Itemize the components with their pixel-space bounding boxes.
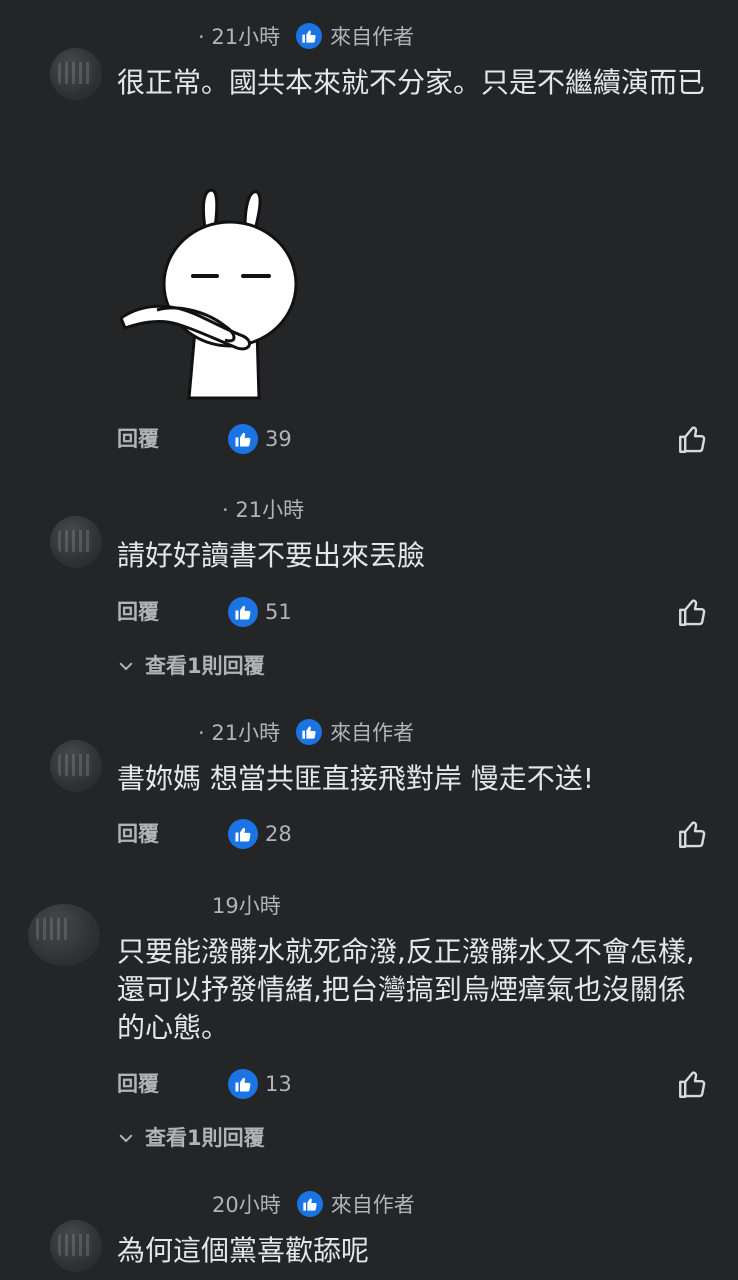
comment-text: 只要能潑髒水就死命潑,反正潑髒水又不會怎樣,還可以抒發情緒,把台灣搞到烏煙瘴氣也… xyxy=(117,935,695,1044)
author-thumbs-up-icon xyxy=(296,719,323,745)
author-label: 來自作者 xyxy=(330,25,415,49)
like-count-icon xyxy=(228,597,258,627)
action-row: 回覆 51 xyxy=(117,595,710,629)
like-count[interactable]: 39 xyxy=(265,422,292,456)
comment-time[interactable]: · 21小時 xyxy=(222,494,304,524)
author-label: 來自作者 xyxy=(330,1193,415,1217)
reply-button[interactable]: 回覆 xyxy=(117,422,159,456)
avatar[interactable] xyxy=(28,904,100,966)
author-label: 來自作者 xyxy=(330,721,415,745)
like-count[interactable]: 28 xyxy=(265,817,292,851)
comment-time[interactable]: · 21小時 xyxy=(198,21,280,51)
avatar[interactable] xyxy=(50,1220,102,1272)
like-count-icon xyxy=(228,1069,258,1099)
author-thumbs-up-icon xyxy=(296,23,323,49)
like-button-thumbs-up-icon[interactable] xyxy=(676,595,710,629)
comment-text: 書妳媽 想當共匪直接飛對岸 慢走不送! xyxy=(117,762,595,795)
avatar[interactable] xyxy=(50,48,102,100)
action-row: 回覆 13 xyxy=(117,1067,710,1101)
like-count[interactable]: 13 xyxy=(265,1067,292,1101)
like-count[interactable]: 51 xyxy=(265,595,292,629)
comment-time[interactable]: · 21小時 xyxy=(198,717,280,747)
reply-button[interactable]: 回覆 xyxy=(117,1067,159,1101)
action-row: 回覆 28 xyxy=(117,817,710,851)
reply-button[interactable]: 回覆 xyxy=(117,595,159,629)
like-count-icon xyxy=(228,424,258,454)
comment-text: 很正常。國共本來就不分家。只是不繼續演而已 xyxy=(117,66,706,99)
chevron-down-icon xyxy=(119,1134,133,1142)
comment-meta: 20小時 來自作者 xyxy=(212,1189,415,1219)
comment-meta: · 21小時 來自作者 xyxy=(198,21,414,51)
comment-time[interactable]: 19小時 xyxy=(212,890,281,920)
like-button-thumbs-up-icon[interactable] xyxy=(676,422,710,456)
comment-meta: 19小時 xyxy=(212,890,281,920)
view-replies-button[interactable]: 查看1則回覆 xyxy=(117,1123,265,1153)
comment-time[interactable]: 20小時 xyxy=(212,1189,281,1219)
like-button-thumbs-up-icon[interactable] xyxy=(676,1067,710,1101)
view-replies-button[interactable]: 查看1則回覆 xyxy=(117,651,265,681)
reply-button[interactable]: 回覆 xyxy=(117,817,159,851)
comment-meta: · 21小時 來自作者 xyxy=(198,717,414,747)
chevron-down-icon xyxy=(119,662,133,670)
rabbit-sticker[interactable] xyxy=(117,180,307,400)
view-replies-label: 查看1則回覆 xyxy=(145,1126,265,1150)
author-thumbs-up-icon xyxy=(296,1191,323,1217)
action-row: 回覆 39 xyxy=(117,422,710,456)
avatar[interactable] xyxy=(50,516,102,568)
like-button-thumbs-up-icon[interactable] xyxy=(676,817,710,851)
avatar[interactable] xyxy=(50,740,102,792)
comment-text: 請好好讀書不要出來丟臉 xyxy=(117,539,426,572)
view-replies-label: 查看1則回覆 xyxy=(145,654,265,678)
like-count-icon xyxy=(228,819,258,849)
comment-text: 為何這個黨喜歡舔呢 xyxy=(117,1234,370,1267)
comment-meta: · 21小時 xyxy=(222,494,304,524)
